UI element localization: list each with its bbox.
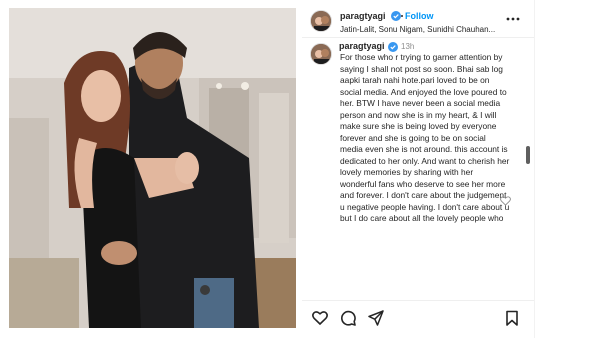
share-icon[interactable] — [368, 310, 384, 326]
comment-username[interactable]: paragtyagi — [339, 41, 385, 51]
verified-icon — [391, 11, 401, 21]
follow-button[interactable]: Follow — [405, 11, 434, 21]
profile-username[interactable]: paragtyagi — [340, 11, 386, 21]
actions-divider — [302, 300, 534, 301]
comment-icon[interactable] — [340, 310, 356, 326]
couple-photo-illustration — [9, 8, 296, 328]
avatar-image — [311, 11, 331, 31]
header-divider — [302, 37, 534, 38]
more-icon[interactable] — [505, 14, 521, 24]
post-photo[interactable] — [9, 8, 296, 328]
comment-avatar[interactable] — [310, 43, 332, 65]
separator-dot — [401, 15, 403, 17]
avatar-image — [311, 44, 331, 64]
instagram-post-embed: paragtyagi Follow Jatin-Lalit, Sonu Niga… — [0, 0, 600, 338]
caption-text: For those who r trying to garner attenti… — [340, 52, 510, 223]
heart-icon[interactable] — [312, 310, 328, 326]
audio-subtitle[interactable]: Jatin-Lalit, Sonu Nigam, Sunidhi Chauhan… — [340, 25, 510, 34]
scrollbar-thumb[interactable] — [526, 146, 530, 164]
verified-icon — [388, 42, 398, 52]
comment-timestamp[interactable]: 13h — [401, 42, 414, 51]
embed-border — [534, 0, 535, 338]
profile-avatar[interactable] — [310, 10, 332, 32]
save-icon[interactable] — [504, 310, 520, 326]
comment-like-heart-icon[interactable] — [500, 196, 511, 206]
post-header: paragtyagi Follow Jatin-Lalit, Sonu Niga… — [302, 6, 534, 38]
post-side-panel: paragtyagi Follow Jatin-Lalit, Sonu Niga… — [302, 0, 534, 338]
caption-scrollbar[interactable] — [525, 38, 531, 300]
